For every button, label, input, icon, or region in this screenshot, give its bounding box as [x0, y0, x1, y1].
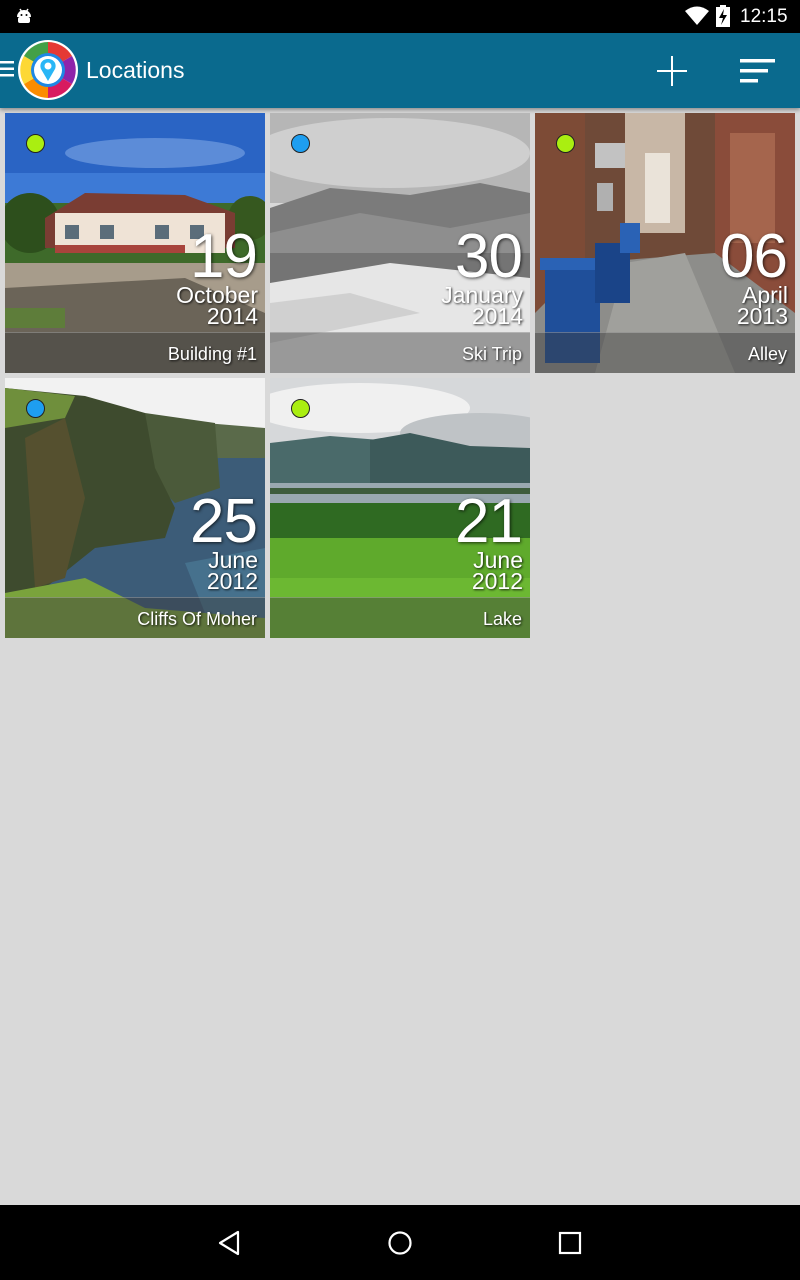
locations-grid: 19 October 2014 Building #1 30 January 2… [0, 108, 800, 1205]
location-name: Cliffs Of Moher [137, 609, 257, 629]
location-name: Lake [482, 609, 522, 629]
location-tile[interactable]: 30 January 2014 Ski Trip [270, 113, 530, 373]
date-day: 19 [190, 222, 258, 291]
location-tile[interactable]: 19 October 2014 Building #1 [5, 113, 265, 373]
status-dot [291, 399, 310, 418]
status-dot [26, 134, 45, 153]
menu-icon[interactable] [0, 60, 14, 78]
date-year: 2013 [736, 303, 788, 329]
location-tile[interactable]: 06 April 2013 Alley [535, 113, 795, 373]
add-button[interactable] [650, 49, 694, 93]
home-icon[interactable] [386, 1229, 414, 1257]
sort-button[interactable] [732, 49, 782, 93]
status-dot [291, 134, 310, 153]
recents-icon[interactable] [556, 1229, 584, 1257]
location-tile[interactable]: 21 June 2012 Lake [270, 378, 530, 638]
status-time: 12:15 [740, 6, 788, 27]
status-dot [556, 134, 575, 153]
date-day: 25 [190, 487, 258, 556]
android-debug-icon [17, 8, 31, 25]
date-year: 2014 [471, 303, 523, 329]
date-day: 06 [720, 222, 788, 291]
page-title: Locations [86, 57, 185, 83]
location-name: Ski Trip [461, 344, 522, 364]
app-logo-icon[interactable] [17, 39, 79, 101]
app-bar: Locations [0, 33, 800, 108]
location-name: Building #1 [167, 344, 257, 364]
location-name: Alley [747, 344, 787, 364]
status-bar: 12:15 [0, 0, 800, 33]
date-day: 21 [455, 487, 523, 556]
date-year: 2014 [206, 303, 258, 329]
date-year: 2012 [471, 568, 523, 594]
wifi-icon [685, 6, 709, 25]
navigation-bar [0, 1205, 800, 1280]
back-icon[interactable] [216, 1229, 244, 1257]
battery-charging-icon [716, 5, 730, 27]
status-dot [26, 399, 45, 418]
date-year: 2012 [206, 568, 258, 594]
date-day: 30 [455, 222, 523, 291]
location-tile[interactable]: 25 June 2012 Cliffs Of Moher [5, 378, 265, 638]
